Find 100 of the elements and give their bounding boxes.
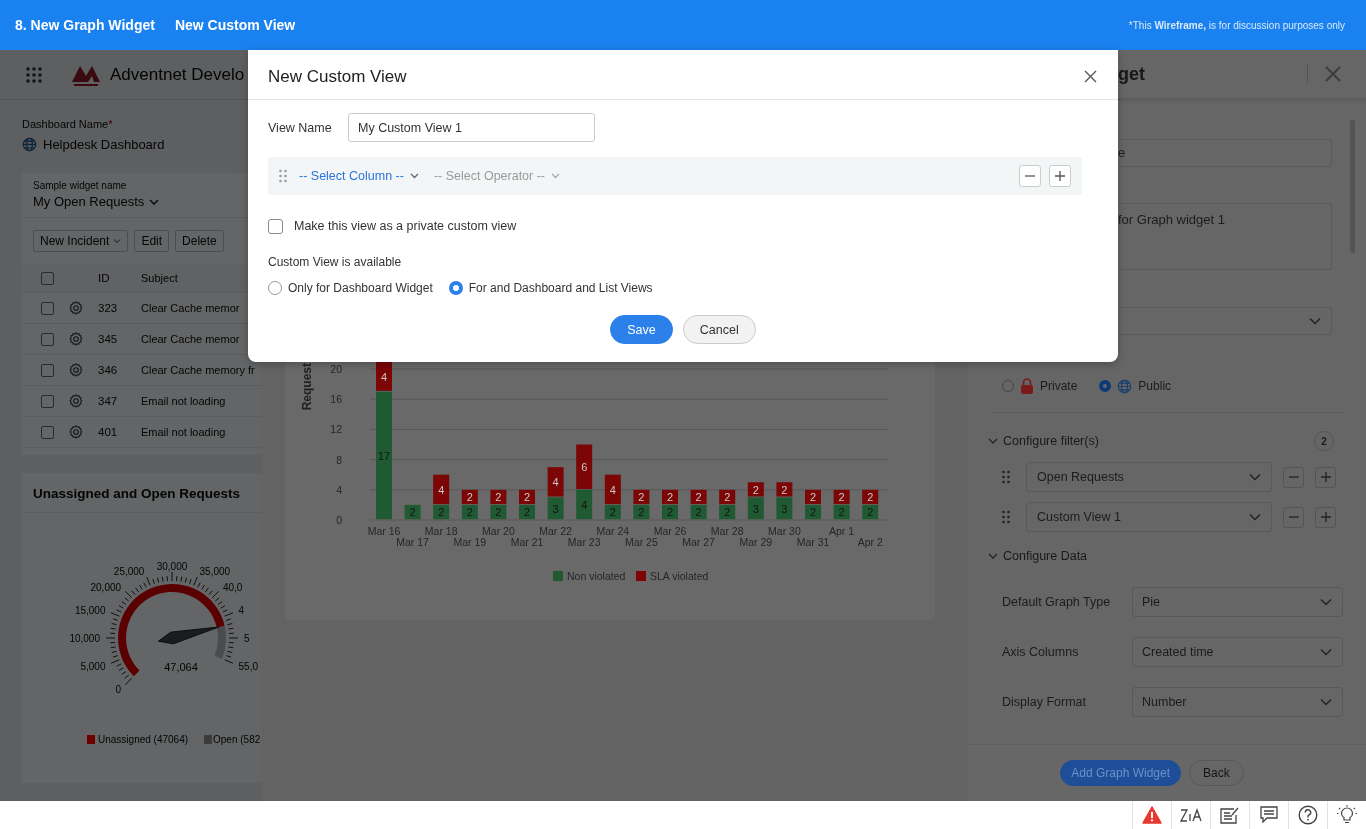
radio-label: Public xyxy=(1138,379,1172,393)
gear-icon[interactable] xyxy=(69,363,83,377)
dropdown-field[interactable]: Created time xyxy=(1132,637,1343,667)
checkbox[interactable] xyxy=(41,271,54,285)
toolbar-button[interactable]: Delete xyxy=(175,230,224,252)
checkbox[interactable] xyxy=(41,425,54,439)
field-label: Custom View is available xyxy=(268,255,403,269)
caret-icon xyxy=(113,238,122,244)
lightbulb-icon[interactable] xyxy=(1337,805,1357,825)
footer-button[interactable]: Back xyxy=(1189,760,1244,786)
column-dropdown[interactable]: -- Select Column -- xyxy=(299,169,419,183)
filter-dropdown[interactable]: Custom View 1 xyxy=(1026,502,1272,532)
disclaimer-note: *This Wireframe, is for discussion purposes only xyxy=(1128,19,1345,31)
save-button[interactable]: Save xyxy=(610,315,673,344)
dropdown-field[interactable]: Pie xyxy=(1132,587,1343,617)
data-label: 2 xyxy=(409,506,416,519)
data-label: 2 xyxy=(724,506,731,519)
axis-tick-label: Mar 29 xyxy=(739,536,773,548)
footer-button[interactable]: Add Graph Widget xyxy=(1060,760,1181,786)
remove-button[interactable] xyxy=(1283,506,1304,528)
data-label: 2 xyxy=(752,483,759,496)
chevron-down-icon xyxy=(1320,648,1332,656)
data-label: 2 xyxy=(809,491,817,504)
toolbar-button[interactable]: New Incident xyxy=(33,230,129,252)
section-title[interactable]: Configure filter(s) xyxy=(1003,434,1099,448)
radio-button[interactable] xyxy=(1099,380,1112,392)
bar xyxy=(404,504,421,520)
bar xyxy=(833,504,850,520)
data-label: 2 xyxy=(638,506,645,519)
gear-icon[interactable] xyxy=(69,332,83,346)
legend-swatch xyxy=(553,571,563,581)
radio-button[interactable] xyxy=(448,281,463,295)
checkbox[interactable] xyxy=(268,218,283,234)
data-label: 6 xyxy=(581,461,588,474)
gear-icon[interactable] xyxy=(69,301,83,315)
drag-handle-icon[interactable] xyxy=(1002,470,1010,484)
bar xyxy=(633,504,650,520)
axis-tick-label: Mar 26 xyxy=(653,525,687,537)
column-header[interactable]: ID xyxy=(98,272,141,284)
data-label: 2 xyxy=(838,506,845,519)
widget-title[interactable]: My Open Requests xyxy=(33,194,145,209)
drag-handle-icon[interactable] xyxy=(1002,510,1010,524)
data-label: 4 xyxy=(609,483,616,496)
scale-label: 35,000 xyxy=(199,566,231,578)
checkbox[interactable] xyxy=(41,301,54,315)
note-edit-icon[interactable] xyxy=(1220,806,1240,824)
scale-label: 40,0 xyxy=(222,582,243,594)
legend-label: SLA violated xyxy=(650,570,709,582)
gear-icon[interactable] xyxy=(69,394,83,408)
axis-tick-label: 16 xyxy=(330,393,342,406)
page-title: 8. New Graph Widget xyxy=(15,17,155,33)
axis-tick-label: 8 xyxy=(336,453,342,466)
close-icon[interactable] xyxy=(1084,70,1097,83)
lock-icon xyxy=(1020,378,1034,394)
name-field[interactable]: e xyxy=(1118,139,1332,167)
legend-swatch xyxy=(636,571,646,581)
checkbox[interactable] xyxy=(41,394,54,408)
toolbar-button[interactable]: Edit xyxy=(134,230,170,252)
add-button[interactable] xyxy=(1315,466,1336,488)
legend-label: Open (582 xyxy=(213,734,261,745)
section-title[interactable]: Configure Data xyxy=(1003,549,1088,563)
remove-button[interactable] xyxy=(1283,466,1304,488)
widget-caption: Sample widget name xyxy=(32,179,128,192)
column-header[interactable]: Subject xyxy=(141,272,178,284)
chevron-down-icon[interactable] xyxy=(149,197,160,206)
help-icon[interactable] xyxy=(1298,805,1318,825)
radio-button[interactable] xyxy=(268,281,282,295)
cancel-button[interactable]: Cancel xyxy=(682,315,756,344)
chevron-down-icon[interactable] xyxy=(988,437,998,445)
field-label: Display Format xyxy=(1002,695,1088,709)
app-grid-icon[interactable] xyxy=(26,66,42,83)
radio-label: Only for Dashboard Widget xyxy=(288,281,433,295)
warning-icon[interactable] xyxy=(1142,806,1162,824)
chat-icon[interactable] xyxy=(1260,806,1278,824)
data-label: 2 xyxy=(867,491,874,504)
checkbox[interactable] xyxy=(41,332,54,346)
zigzag-icon[interactable] xyxy=(1180,807,1202,823)
dropdown-field[interactable]: Number xyxy=(1132,687,1343,717)
bar xyxy=(662,504,678,520)
view-name-field[interactable]: My Custom View 1 xyxy=(348,113,595,142)
checkbox[interactable] xyxy=(41,363,54,377)
chevron-down-icon xyxy=(1249,513,1261,521)
data-label: 2 xyxy=(466,506,473,519)
required-mark: * xyxy=(108,118,113,130)
filter-dropdown[interactable]: Open Requests xyxy=(1026,462,1272,492)
chevron-down-icon[interactable] xyxy=(988,552,998,560)
axis-tick-label: Mar 16 xyxy=(367,525,401,537)
drag-handle-icon[interactable] xyxy=(279,169,287,183)
data-label: 2 xyxy=(724,491,731,504)
axis-tick-label: 12 xyxy=(330,423,342,436)
dropdown-field[interactable] xyxy=(1118,307,1332,335)
scale-label: 10,000 xyxy=(69,633,100,644)
gear-icon[interactable] xyxy=(69,425,83,439)
operator-dropdown[interactable]: -- Select Operator -- xyxy=(433,169,561,183)
axis-tick-label: Mar 20 xyxy=(482,525,515,537)
axis-tick-label: Mar 27 xyxy=(682,536,715,548)
scale-label: 55,0 xyxy=(238,660,258,672)
axis-tick-label: Mar 22 xyxy=(539,525,572,537)
add-button[interactable] xyxy=(1315,506,1336,528)
bar xyxy=(519,504,535,520)
